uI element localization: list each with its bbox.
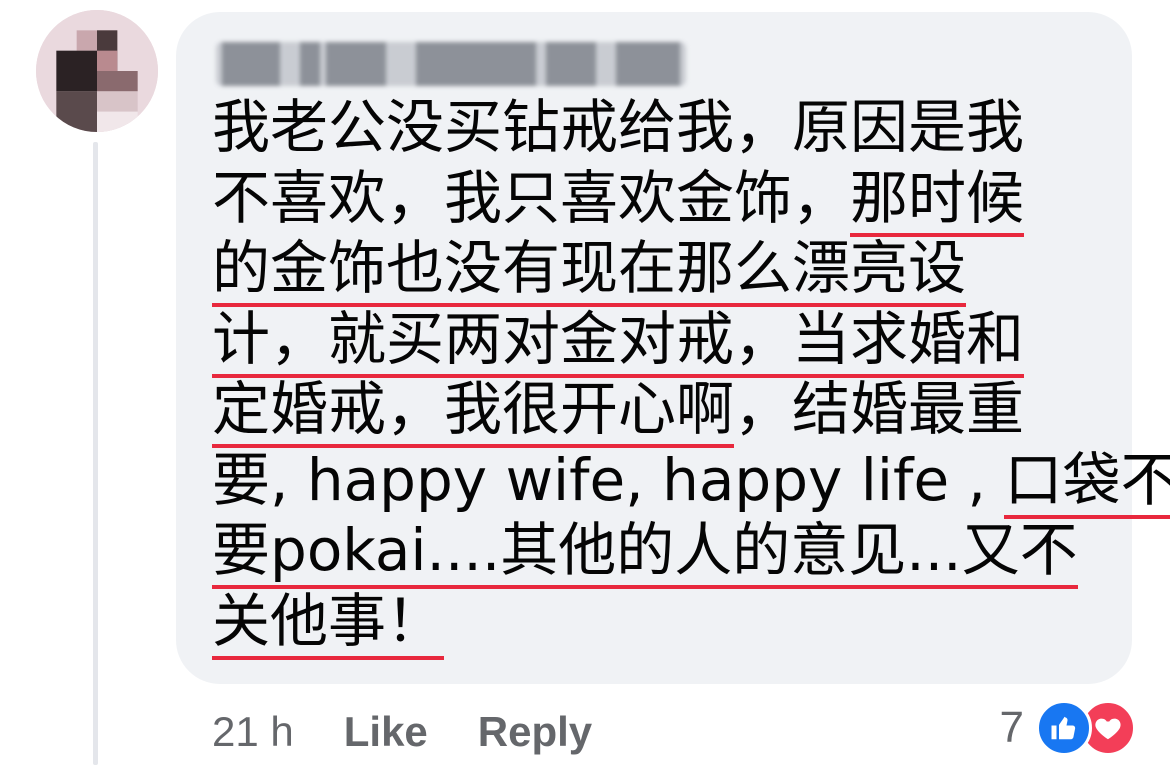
underlined-text: 那时候 — [850, 163, 1025, 237]
reaction-count: 7 — [999, 703, 1024, 752]
avatar-image — [36, 10, 158, 132]
avatar[interactable] — [36, 10, 158, 132]
comment-line: 定婚戒，我很开心啊，结婚最重 — [212, 374, 1112, 448]
underlined-text: 定婚戒，我很开心啊 — [212, 375, 735, 448]
underlined-text: 关他事！ — [212, 586, 445, 660]
thread-line — [93, 142, 98, 765]
comment-line: 我老公没买钻戒给我，原因是我 — [212, 92, 1112, 163]
like-button[interactable]: Like — [344, 708, 428, 756]
comment-text-segment: 我老公没买钻戒给我，原因是我 — [212, 93, 1025, 161]
comment-text: 我老公没买钻戒给我，原因是我 不喜欢，我只喜欢金饰，那时候 的金饰也没有现在那么漂亮… — [212, 92, 1170, 660]
thumbs-up-icon — [1036, 700, 1092, 756]
comment-line: 计，就买两对金对戒，当求婚和 — [212, 304, 1112, 378]
comment-line: 要pokai....其他的人的意见...又不 — [212, 515, 1112, 589]
underlined-text: 要pokai....其他的人的意见...又不 — [212, 516, 1078, 589]
comment-text-segment: 不喜欢，我只喜欢金饰， — [212, 163, 851, 232]
reply-button[interactable]: Reply — [478, 708, 592, 756]
comment-line: 不喜欢，我只喜欢金饰，那时候 — [212, 163, 1112, 237]
author-name-blurred[interactable] — [216, 42, 686, 86]
underlined-text: 计，就买两对金对戒，当求婚和 — [212, 304, 1025, 378]
reaction-summary[interactable]: 7 — [1000, 700, 1136, 756]
comment-line: 的金饰也没有现在那么漂亮设 — [212, 233, 1112, 307]
comment-line: 关他事！ — [212, 586, 1112, 660]
comment-line: 要, happy wife, happy life , 口袋不 — [212, 445, 1170, 519]
comment-text-segment: ，结婚最重 — [734, 375, 1025, 443]
comment-actions: 21 h Like Reply — [212, 704, 642, 760]
comment-text-segment: 要, happy wife, happy life , — [212, 445, 1005, 514]
underlined-text: 口袋不 — [1004, 445, 1170, 519]
underlined-text: 的金饰也没有现在那么漂亮设 — [212, 234, 967, 307]
comment-timestamp[interactable]: 21 h — [212, 708, 294, 756]
